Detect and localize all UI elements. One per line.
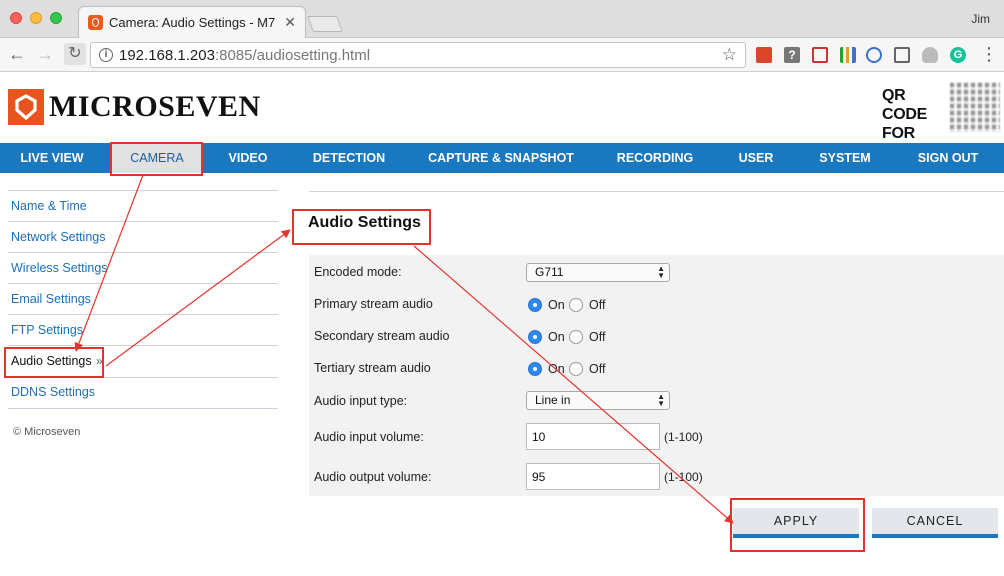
translate-extension-icon[interactable] <box>866 47 882 63</box>
nav-user[interactable]: USER <box>722 143 790 173</box>
forward-arrow-icon[interactable]: → <box>36 44 54 64</box>
sidebar-item-email-settings[interactable]: Email Settings <box>11 292 91 306</box>
sidebar-divider <box>8 221 278 222</box>
annotation-box-camera <box>110 142 203 176</box>
stats-extension-icon[interactable] <box>840 47 856 63</box>
qr-code-label-line1: QR CODE <box>882 87 928 123</box>
select-arrows-icon: ▲ ▼ <box>657 264 665 280</box>
tertiary-audio-on-radio[interactable] <box>528 362 542 376</box>
grammarly-icon[interactable]: G <box>950 47 966 63</box>
url-host: 192.168.1.203 <box>119 47 215 64</box>
tab-title: Camera: Audio Settings - M7 C <box>109 15 277 30</box>
address-bar[interactable]: i 192.168.1.203:8085/audiosetting.html ☆ <box>90 42 746 68</box>
sidebar-item-wireless-settings[interactable]: Wireless Settings <box>11 261 108 275</box>
input-volume-range-hint: (1-100) <box>664 430 703 444</box>
browser-tab-bar: Camera: Audio Settings - M7 C ✕ Jim <box>0 0 1004 38</box>
encoded-mode-select[interactable]: G711 ▲ ▼ <box>526 263 670 282</box>
close-tab-icon[interactable]: ✕ <box>284 14 296 31</box>
primary-audio-on-label: On <box>548 298 565 312</box>
audio-input-volume-field[interactable] <box>526 423 660 450</box>
browser-toolbar: ← → ↻ i 192.168.1.203:8085/audiosetting.… <box>0 38 1004 72</box>
nav-capture-snapshot[interactable]: CAPTURE & SNAPSHOT <box>414 143 588 173</box>
site-favicon-icon <box>88 15 103 30</box>
primary-stream-audio-label: Primary stream audio <box>314 297 433 311</box>
audio-output-volume-label: Audio output volume: <box>314 470 432 484</box>
audio-input-type-value: Line in <box>535 393 571 407</box>
annotation-box-audio-settings <box>4 347 104 378</box>
content-divider <box>309 191 1004 192</box>
sidebar-divider <box>8 408 278 409</box>
browser-menu-icon[interactable]: ⋮ <box>980 44 998 64</box>
sidebar-divider <box>8 252 278 253</box>
reload-icon[interactable]: ↻ <box>64 43 86 65</box>
annotation-box-page-title <box>292 209 431 245</box>
camera-extension-icon[interactable] <box>812 47 828 63</box>
cloud-extension-icon[interactable] <box>922 47 938 63</box>
tertiary-audio-on-label: On <box>548 362 565 376</box>
primary-audio-on-radio[interactable] <box>528 298 542 312</box>
tertiary-audio-off-label: Off <box>589 362 606 376</box>
sidebar-divider <box>8 190 278 191</box>
window-close-button[interactable] <box>10 12 22 24</box>
primary-audio-off-radio[interactable] <box>569 298 583 312</box>
window-minimize-button[interactable] <box>30 12 42 24</box>
select-arrows-icon: ▲ ▼ <box>657 392 665 408</box>
brand-logo-icon <box>8 89 44 125</box>
back-arrow-icon[interactable]: ← <box>8 44 26 64</box>
bookmark-extension-icon[interactable] <box>756 47 772 63</box>
url-path: :8085/audiosetting.html <box>214 47 371 64</box>
info-icon[interactable]: i <box>99 48 113 62</box>
secondary-audio-on-label: On <box>548 330 565 344</box>
nav-system[interactable]: SYSTEM <box>802 143 888 173</box>
sidebar-item-ftp-settings[interactable]: FTP Settings <box>11 323 83 337</box>
window-zoom-button[interactable] <box>50 12 62 24</box>
encoded-mode-label: Encoded mode: <box>314 265 402 279</box>
tertiary-stream-audio-label: Tertiary stream audio <box>314 361 431 375</box>
nav-live-view[interactable]: LIVE VIEW <box>0 143 104 173</box>
brand-name: MICROSEVEN <box>49 90 261 123</box>
qr-code-image <box>950 82 1000 132</box>
secondary-audio-off-radio[interactable] <box>569 330 583 344</box>
browser-tab[interactable]: Camera: Audio Settings - M7 C ✕ <box>78 6 306 38</box>
new-tab-button[interactable] <box>307 16 343 32</box>
nav-video[interactable]: VIDEO <box>210 143 286 173</box>
audio-input-volume-label: Audio input volume: <box>314 430 424 444</box>
sidebar-divider <box>8 314 278 315</box>
secondary-audio-off-label: Off <box>589 330 606 344</box>
copyright-text: © Microseven <box>13 426 81 438</box>
nav-sign-out[interactable]: SIGN OUT <box>900 143 996 173</box>
cast-icon[interactable] <box>894 47 910 63</box>
sidebar-divider <box>8 345 278 346</box>
audio-input-type-label: Audio input type: <box>314 394 408 408</box>
help-extension-icon[interactable]: ? <box>784 47 800 63</box>
encoded-mode-value: G711 <box>535 265 564 279</box>
audio-input-type-select[interactable]: Line in ▲ ▼ <box>526 391 670 410</box>
primary-audio-off-label: Off <box>589 298 606 312</box>
tertiary-audio-off-radio[interactable] <box>569 362 583 376</box>
output-volume-range-hint: (1-100) <box>664 470 703 484</box>
profile-name[interactable]: Jim <box>971 12 990 26</box>
bookmark-star-icon[interactable]: ☆ <box>722 45 737 65</box>
url-text[interactable]: 192.168.1.203:8085/audiosetting.html <box>119 47 370 64</box>
secondary-stream-audio-label: Secondary stream audio <box>314 329 450 343</box>
audio-settings-form <box>309 255 1004 496</box>
cancel-button[interactable]: CANCEL <box>872 508 998 538</box>
secondary-audio-on-radio[interactable] <box>528 330 542 344</box>
sidebar-item-network-settings[interactable]: Network Settings <box>11 230 105 244</box>
annotation-box-apply <box>730 498 865 552</box>
sidebar-divider <box>8 283 278 284</box>
sidebar-item-ddns-settings[interactable]: DDNS Settings <box>11 385 95 399</box>
nav-recording[interactable]: RECORDING <box>600 143 710 173</box>
audio-output-volume-field[interactable] <box>526 463 660 490</box>
sidebar-item-name-time[interactable]: Name & Time <box>11 199 87 213</box>
nav-detection[interactable]: DETECTION <box>296 143 402 173</box>
